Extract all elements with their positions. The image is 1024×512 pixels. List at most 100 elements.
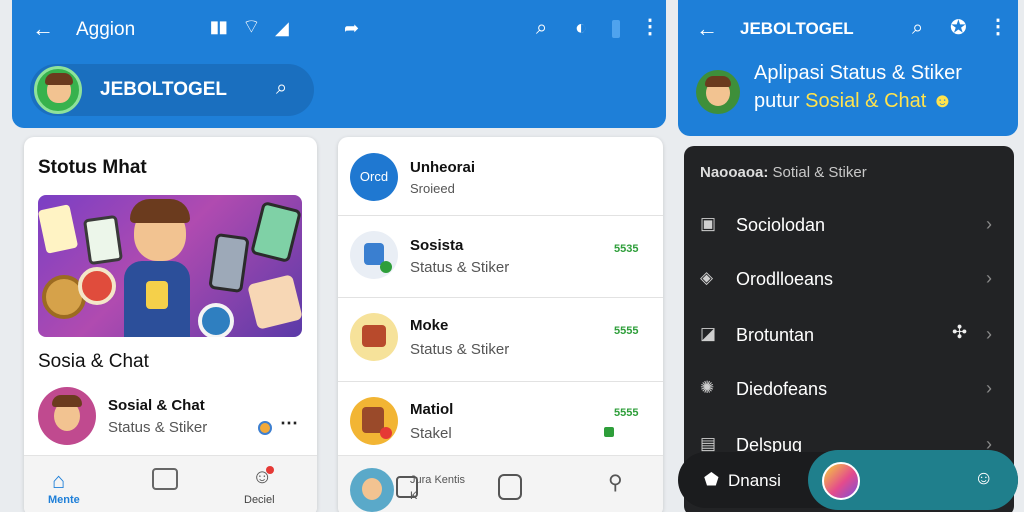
menu-item-label: Sociolodan (736, 215, 826, 235)
chat-subtitle: Stakel (410, 425, 452, 442)
list-item[interactable]: Sosial & Chat Status & Stiker ⋯ (24, 383, 317, 447)
back-arrow-icon[interactable]: ← (696, 18, 718, 40)
avatar (38, 387, 96, 445)
teal-action-pill[interactable]: ☺ (808, 450, 1018, 510)
panel-heading: Naooaoa: Sotial & Stiker (700, 164, 867, 181)
shield-icon[interactable] (498, 474, 522, 500)
section-subtitle: Sosia & Chat (38, 351, 149, 372)
menu-item[interactable]: ◈ Orodlloeans › (684, 256, 1014, 304)
avatar (696, 70, 740, 114)
status-dot-icon (258, 421, 272, 435)
menu-item-label: Diedofeans (736, 379, 828, 399)
promo-line2: putur Sosial & Chat ☻ (754, 90, 953, 113)
chat-subtitle: Sroieed (410, 181, 455, 196)
item-title: Sosial & Chat (108, 397, 205, 414)
bottom-nav: ⌂ Mente ☺ Deciel (24, 455, 317, 512)
call-icon[interactable]: ◐ (575, 18, 587, 38)
menu-item[interactable]: ◪ Brotuntan ✣ › (684, 312, 1014, 360)
list-item[interactable]: Matiol Stakel 5555 (338, 385, 663, 457)
menu-item-label: Orodlloeans (736, 269, 834, 289)
chevron-right-icon: › (986, 378, 992, 398)
sticker-icon: ▣ (700, 214, 717, 233)
battery-icon (604, 427, 614, 437)
chat-title: Moke (410, 317, 449, 334)
header-title: JEBOLTOGEL (740, 19, 854, 38)
menu-item-label: Brotuntan (736, 325, 815, 345)
promo-line2-prefix: putur (754, 90, 800, 112)
avatar (34, 66, 82, 114)
promo-line1: Aplipasi Status & Stiker (754, 62, 962, 84)
bottom-line1: Jura Kentis (410, 474, 466, 486)
help-icon: ▤ (700, 434, 717, 453)
gear-icon: ✺ (700, 378, 715, 397)
avatar (350, 468, 394, 512)
list-item[interactable]: Moke Status & Stiker 5555 (338, 301, 663, 379)
list-icon[interactable] (396, 476, 418, 498)
chevron-right-icon: › (986, 214, 992, 234)
heading-value: Sotial & Stiker (772, 164, 867, 181)
card-title: Stotus Mhat (38, 157, 147, 178)
avatar (350, 231, 398, 279)
menu-item[interactable]: ✺ Diedofeans › (684, 366, 1014, 414)
chat-title: Matiol (410, 401, 454, 418)
more-horiz-icon[interactable]: ⋯ (280, 413, 298, 434)
channel-pill[interactable]: JEBOLTOGEL ⌕ (30, 64, 314, 116)
avatar (350, 397, 398, 445)
puzzle-icon: ✣ (952, 322, 968, 342)
status-count: 5555 (614, 325, 639, 337)
battery-icon (612, 20, 620, 38)
search-icon[interactable]: ⌕ (536, 18, 547, 38)
nav-profile-label[interactable]: Deciel (244, 494, 275, 506)
status-count: 5535 (614, 243, 639, 255)
chevron-right-icon: › (986, 268, 992, 288)
home-icon[interactable]: ⌂ (52, 468, 65, 494)
chat-title: Unheorai (410, 159, 476, 176)
back-arrow-icon[interactable]: ← (32, 18, 54, 40)
bottom-bar-label[interactable]: Dnansi (728, 471, 781, 491)
chat-list-card: Orcd Unheorai Sroieed Sosista Status & S… (338, 137, 663, 512)
divider (338, 215, 663, 216)
list-item[interactable]: Sosista Status & Stiker 5535 (338, 219, 663, 295)
network-icon: ◢ (275, 18, 289, 38)
divider (338, 297, 663, 298)
search-icon[interactable]: ⌕ (276, 78, 287, 98)
nav-home-label[interactable]: Mente (48, 494, 80, 506)
chat-subtitle: Status & Stiker (410, 341, 510, 358)
list-icon[interactable] (152, 468, 178, 490)
more-vert-icon[interactable]: ⋮ (988, 17, 1008, 37)
signal-icon: ▮▮ (210, 19, 228, 36)
left-app-header: ← Aggion ▮▮ ⌔ ◢ ➦ ⌕ ◐ ⋮ JEBOLTOGEL ⌕ (12, 0, 666, 128)
promo-line2-highlight: Sosial & Chat (805, 90, 927, 112)
app-logo-icon (822, 462, 860, 500)
globe-icon[interactable]: ✪ (950, 18, 967, 38)
header-back-label: Aggion (76, 19, 136, 40)
avatar: Orcd (350, 153, 398, 201)
forward-icon[interactable]: ➦ (344, 19, 359, 37)
item-subtitle: Status & Stiker (108, 419, 208, 436)
menu-item[interactable]: ▣ Sociolodan › (684, 202, 1014, 250)
edit-icon: ◪ (700, 324, 717, 343)
tag-icon: ◈ (700, 268, 714, 287)
status-card: Stotus Mhat Sosia & Chat Sosial & Chat S… (24, 137, 317, 512)
status-count: 5555 (614, 407, 639, 419)
search-icon[interactable]: ⌕ (912, 18, 923, 38)
chat-subtitle: Status & Stiker (410, 259, 510, 276)
bottom-nav: Jura Kentis K ⚲ (338, 455, 663, 512)
settings-icon[interactable]: ⚲ (608, 470, 623, 495)
list-item[interactable]: Orcd Unheorai Sroieed (338, 137, 663, 215)
avatar (350, 313, 398, 361)
emoji-icon: ☻ (931, 90, 953, 112)
bottom-action-bar: ⬟ Dnansi ☺ (678, 450, 1018, 510)
add-contact-icon[interactable]: ☺ (974, 468, 993, 490)
location-icon: ⬟ (704, 470, 719, 489)
pill-title: JEBOLTOGEL (100, 79, 228, 100)
right-app-header: ← JEBOLTOGEL ⌕ ✪ ⋮ Aplipasi Status & Sti… (678, 0, 1018, 136)
divider (338, 381, 663, 382)
chevron-right-icon: › (986, 324, 992, 344)
wifi-icon: ⌔ (242, 16, 261, 38)
chat-title: Sosista (410, 237, 464, 254)
heading-label: Naooaoa: (700, 164, 769, 181)
more-vert-icon[interactable]: ⋮ (640, 17, 660, 37)
hero-image (38, 195, 302, 337)
notification-badge (266, 466, 274, 474)
